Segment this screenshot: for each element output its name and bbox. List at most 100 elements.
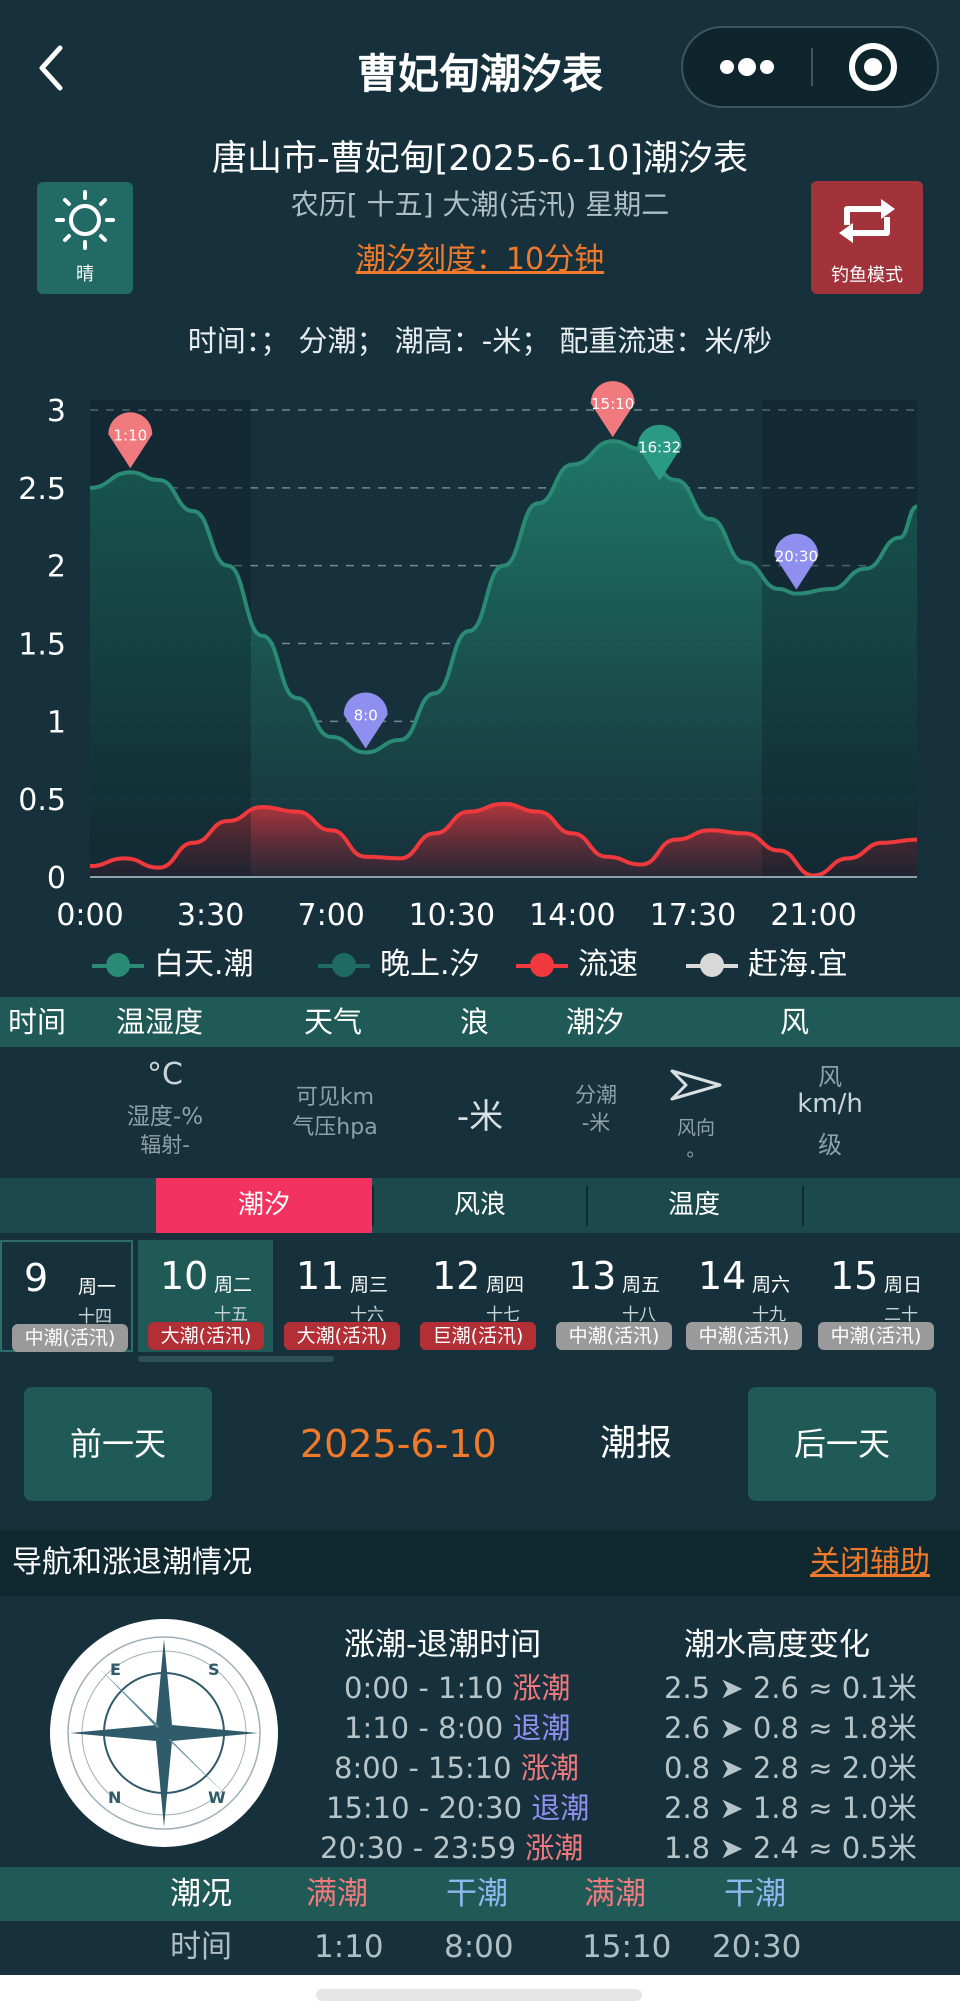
summary-time-3: 15:10	[582, 1929, 672, 1965]
day-number: 9	[24, 1256, 49, 1300]
tab-wind-wave[interactable]: 风浪	[374, 1178, 586, 1233]
summary-label: 潮况	[170, 1876, 232, 1912]
tide-badge: 中潮(活汛)	[12, 1324, 128, 1352]
x-tick-label: 14:00	[529, 898, 615, 933]
x-tick-label: 0:00	[56, 898, 123, 933]
col-tide: 潮汐	[566, 1005, 625, 1039]
data-tabs: 潮汐 风浪 温度	[0, 1178, 960, 1233]
tide-scale-link[interactable]: 潮汐刻度：10分钟	[356, 242, 604, 277]
tide-marker-label: 1:10	[113, 426, 147, 444]
x-tick-label: 21:00	[770, 898, 856, 933]
section-title: 导航和涨退潮情况	[12, 1545, 252, 1580]
y-tick-label: 0.5	[18, 783, 66, 818]
summary-low-1: 干潮	[446, 1876, 508, 1912]
weather-table-row: °C 湿度-% 辐射- 可见km 气压hpa -米 分潮 -米 风向 。 风 k…	[0, 1047, 960, 1177]
legend-dot	[700, 953, 724, 977]
legend-label: 白天.潮	[154, 947, 254, 982]
tide-marker-label: 15:10	[591, 395, 634, 413]
day-item[interactable]: 15 周日 二十 中潮(活汛)	[808, 1240, 943, 1352]
tide-badge: 中潮(活汛)	[818, 1322, 934, 1350]
tide-height-row: 2.8 ➤ 1.8 ≈ 1.0米	[664, 1791, 917, 1825]
date-navigation: 前一天 2025-6-10 潮报 后一天	[0, 1367, 960, 1517]
summary-time-1: 1:10	[314, 1929, 384, 1965]
legend-dot	[332, 953, 356, 977]
day-weekday: 周六	[752, 1274, 791, 1296]
tide-time-row: 20:30 - 23:59 涨潮	[320, 1825, 583, 1867]
wind-label: 风	[818, 1063, 842, 1091]
day-number: 13	[568, 1254, 617, 1298]
tide-badge: 大潮(活汛)	[148, 1322, 264, 1350]
tab-tide[interactable]: 潮汐	[156, 1178, 372, 1233]
fishing-mode-button[interactable]: 钓鱼模式	[811, 181, 923, 294]
day-weekday: 周三	[350, 1274, 389, 1296]
tide-time-row: 0:00 - 1:10 涨潮	[344, 1665, 570, 1707]
humidity: 湿度-%	[126, 1104, 204, 1130]
y-tick-label: 1	[47, 705, 66, 740]
y-tick-label: 1.5	[18, 628, 66, 663]
day-item[interactable]: 14 周六 十九 中潮(活汛)	[676, 1240, 811, 1352]
col-wind: 风	[780, 1005, 810, 1039]
tide-time-range: 20:30 - 23:59	[320, 1831, 517, 1865]
weather-label: 晴	[76, 264, 94, 285]
tab-divider	[802, 1186, 804, 1226]
tide-badge: 中潮(活汛)	[686, 1322, 802, 1350]
tide-time-range: 0:00 - 1:10	[344, 1671, 504, 1705]
day-weekday: 周四	[486, 1274, 525, 1296]
day-number: 15	[830, 1254, 879, 1298]
repeat-icon	[839, 199, 895, 243]
summary-high-2: 满潮	[584, 1876, 646, 1912]
tide-marker-label: 8:0	[354, 706, 378, 724]
legend-label: 流速	[578, 947, 638, 982]
x-tick-label: 3:30	[177, 898, 244, 933]
tide-badge: 巨潮(活汛)	[420, 1322, 536, 1350]
temperature: °C	[147, 1057, 183, 1092]
pressure: 气压hpa	[292, 1115, 378, 1140]
tide-time-range: 1:10 - 8:00	[344, 1711, 504, 1745]
close-assist-link[interactable]: 关闭辅助	[810, 1530, 930, 1596]
wind-speed: km/h	[797, 1089, 863, 1119]
y-tick-label: 2.5	[18, 472, 66, 507]
night-overlay	[761, 400, 917, 877]
tide-time-type: 退潮	[512, 1711, 571, 1745]
y-tick-label: 0	[47, 861, 66, 896]
tab-temperature[interactable]: 温度	[588, 1178, 800, 1233]
day-weekday: 周一	[78, 1276, 117, 1298]
tide-chart-svg: 0 0.5 1 1.5 2 2.5 3 0:00 3:30 7:00 10:30 14:00 17:30…	[18, 381, 918, 933]
day-item[interactable]: 13 周五 十八 中潮(活汛)	[546, 1240, 681, 1352]
day-number: 14	[698, 1254, 747, 1298]
tide-height-heading: 潮水高度变化	[684, 1627, 870, 1663]
more-button[interactable]	[683, 28, 811, 106]
tide-height-row: 1.8 ➤ 2.4 ≈ 0.5米	[664, 1831, 917, 1865]
day-item[interactable]: 12 周四 十七 巨潮(活汛)	[410, 1240, 545, 1352]
svg-text:N: N	[108, 1788, 121, 1807]
tide-marker-label: 16:32	[638, 439, 681, 457]
day-number: 12	[432, 1254, 481, 1298]
tide-time-range: 15:10 - 20:30	[326, 1791, 523, 1825]
close-miniprogram-button[interactable]	[813, 28, 939, 106]
legend-dot	[530, 953, 554, 977]
date-strip-scrollbar[interactable]	[138, 1356, 334, 1362]
home-indicator[interactable]	[316, 1989, 642, 2001]
wind-arrow-icon	[670, 1069, 722, 1101]
y-tick-label: 2	[47, 550, 66, 585]
day-item[interactable]: 10 周二 十五 大潮(活汛)	[138, 1240, 273, 1352]
tide-report-link[interactable]: 潮报	[600, 1387, 672, 1501]
next-day-button[interactable]: 后一天	[748, 1387, 936, 1501]
x-tick-label: 17:30	[650, 898, 736, 933]
prev-day-button[interactable]: 前一天	[24, 1387, 212, 1501]
compass-icon: E S W N	[50, 1619, 278, 1847]
x-tick-label: 7:00	[298, 898, 365, 933]
tide-summary-time: 时间 1:10 8:00 15:10 20:30	[0, 1921, 960, 1973]
tide-height-row: 0.8 ➤ 2.8 ≈ 2.0米	[664, 1751, 917, 1785]
day-item[interactable]: 11 周三 十六 大潮(活汛)	[274, 1240, 409, 1352]
fishing-mode-label: 钓鱼模式	[831, 265, 903, 286]
legend-label: 晚上.汐	[380, 947, 480, 982]
tide-time-row: 15:10 - 20:30 退潮	[326, 1785, 589, 1827]
day-item[interactable]: 9 周一 十四 中潮(活汛)	[0, 1240, 133, 1352]
day-number: 10	[160, 1254, 209, 1298]
mini-program-capsule	[681, 26, 939, 108]
tide-split: 分潮	[575, 1083, 617, 1107]
legend-dot	[106, 953, 130, 977]
x-tick-label: 10:30	[409, 898, 495, 933]
svg-text:E: E	[110, 1660, 121, 1679]
